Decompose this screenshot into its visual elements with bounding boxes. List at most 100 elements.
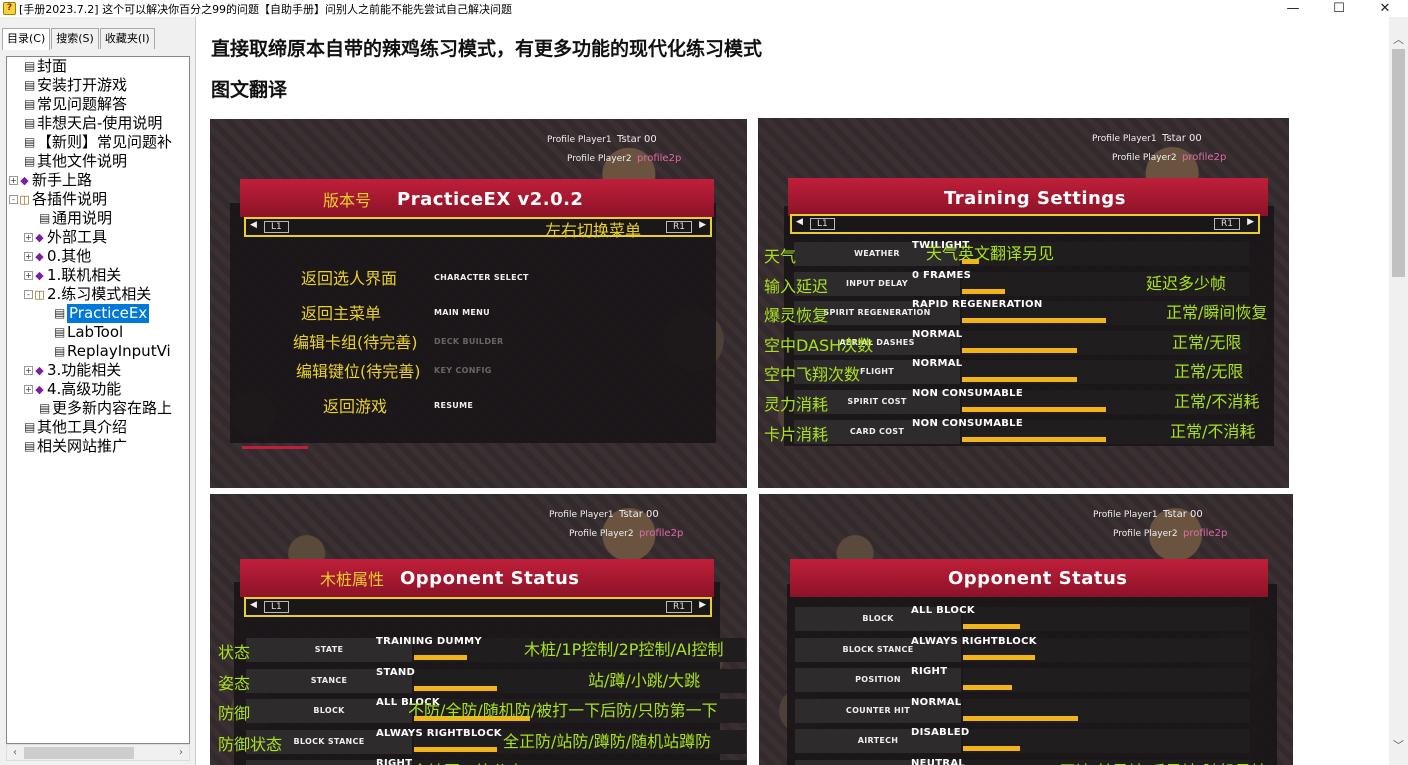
- tree-item-0[interactable]: ▤ 封面: [24, 57, 67, 76]
- tree-item-20[interactable]: ▤ 相关网站推广: [24, 437, 127, 456]
- tree-item-9[interactable]: + ◆ 外部工具: [24, 228, 107, 247]
- tree-item-1[interactable]: ▤ 安装打开游戏: [24, 76, 127, 95]
- setting-level-bar: [962, 407, 1106, 412]
- page-icon: ▤: [54, 325, 66, 339]
- page-icon: ▤: [24, 154, 36, 168]
- menu-item-4[interactable]: RESUME: [434, 401, 473, 410]
- collapse-icon[interactable]: -: [24, 290, 33, 299]
- page-icon: ▤: [24, 420, 36, 434]
- page-icon: ▤: [24, 97, 36, 111]
- open-book-icon: ◫: [19, 193, 30, 206]
- annotation-setting: 姿态: [218, 673, 251, 693]
- expand-icon[interactable]: +: [9, 176, 18, 185]
- menu-item-2[interactable]: DECK BUILDER: [434, 337, 504, 346]
- page-icon: ▤: [24, 135, 36, 149]
- scroll-up-icon[interactable]: ︿: [1389, 31, 1408, 48]
- tree-item-label: 各插件说明: [32, 190, 108, 208]
- annotation-setting-detail: 正常/无限: [1172, 332, 1242, 352]
- scrollbar-thumb[interactable]: [1392, 49, 1405, 277]
- setting-level-bar: [414, 746, 497, 752]
- tree-item-14[interactable]: ▤ LabTool: [54, 323, 123, 342]
- tree-item-12[interactable]: - ◫ 2.练习模式相关: [24, 285, 151, 304]
- annotation-setting-detail: 站/蹲/小跳/大跳: [588, 670, 701, 690]
- annotation-setting-detail: 正常/瞬间恢复: [1166, 303, 1268, 323]
- profile-player1-name: Tstar 00: [617, 134, 657, 145]
- page-icon: ▤: [24, 439, 36, 453]
- setting-level-bar: [962, 288, 1005, 294]
- profile-player2-name: profile2p: [1183, 528, 1228, 539]
- expand-icon[interactable]: +: [24, 252, 33, 261]
- tab-contents[interactable]: 目录(C): [2, 28, 51, 50]
- annotation-setting-detail: 木桩/1P控制/2P控制/AI控制: [524, 640, 724, 659]
- annotation-switch-menu: 左右切换菜单: [545, 221, 642, 240]
- tree-item-label: 【新则】常见问题补: [37, 133, 173, 151]
- setting-row[interactable]: COUNTER HIT NORMAL: [795, 696, 1250, 723]
- tree-item-label: 2.练习模式相关: [47, 285, 152, 303]
- annotation-menu-item: 返回游戏: [323, 397, 388, 416]
- expand-icon[interactable]: +: [24, 233, 33, 242]
- menu-item-0[interactable]: CHARACTER SELECT: [434, 273, 529, 282]
- page-icon: ▤: [24, 78, 36, 92]
- tree-item-6[interactable]: + ◆ 新手上路: [9, 171, 92, 190]
- tab-favorites[interactable]: 收藏夹(I): [99, 28, 155, 49]
- expand-icon[interactable]: +: [24, 271, 33, 280]
- tree-item-4[interactable]: ▤ 【新则】常见问题补: [24, 133, 172, 152]
- tree-item-13[interactable]: ▤ PracticeEx: [54, 304, 150, 323]
- tree-item-18[interactable]: ▤ 更多新内容在路上: [39, 399, 172, 418]
- annotation-setting-detail: 原地/前异地/后异地/随机异地: [1059, 758, 1267, 765]
- setting-value: NORMAL: [911, 696, 962, 708]
- tree-item-19[interactable]: ▤ 其他工具介绍: [24, 418, 127, 437]
- scrollbar-thumb[interactable]: [24, 747, 134, 759]
- tree-item-8[interactable]: ▤ 通用说明: [39, 209, 112, 228]
- collapse-icon[interactable]: -: [9, 195, 18, 204]
- profile-player2-label: Profile Player2: [569, 529, 634, 539]
- setting-value: NON CONSUMABLE: [912, 388, 1023, 399]
- expand-icon[interactable]: +: [24, 366, 33, 375]
- annotation-setting: 位置: [218, 761, 250, 765]
- tree-item-label: 0.其他: [47, 247, 92, 265]
- annotation-menu-item: 返回选人界面: [301, 269, 398, 288]
- tree-item-label: 封面: [37, 57, 68, 75]
- tree-horizontal-scrollbar[interactable]: ‹ ›: [6, 744, 190, 761]
- annotation-setting-detail: 延迟多少帧: [1146, 273, 1227, 293]
- tree-item-3[interactable]: ▤ 非想天启-使用说明: [24, 114, 162, 133]
- setting-value: ALWAYS RIGHTBLOCK: [376, 727, 502, 739]
- help-app-icon: ?: [3, 2, 16, 15]
- banner-title: Opponent Status: [400, 568, 580, 589]
- profile-player2-name: profile2p: [1182, 152, 1227, 163]
- maximize-button[interactable]: ☐: [1316, 0, 1362, 17]
- scroll-down-icon[interactable]: ﹀: [1389, 737, 1408, 754]
- minimize-button[interactable]: —: [1270, 0, 1316, 17]
- expand-icon[interactable]: +: [24, 385, 33, 394]
- menu-item-3[interactable]: KEY CONFIG: [434, 366, 492, 375]
- tree-item-label: PracticeEx: [67, 304, 150, 323]
- tree-item-16[interactable]: + ◆ 3.功能相关: [24, 361, 121, 380]
- setting-value: 0 FRAMES: [912, 269, 972, 281]
- tree-item-15[interactable]: ▤ ReplayInputVi: [54, 342, 171, 361]
- menu-item-1[interactable]: MAIN MENU: [434, 308, 490, 317]
- annotation-setting: 输入延迟: [764, 276, 829, 296]
- close-button[interactable]: ✕: [1362, 0, 1408, 17]
- setting-row[interactable]: BLOCK ALL BLOCK: [795, 605, 1250, 631]
- tree-item-10[interactable]: + ◆ 0.其他: [24, 247, 91, 266]
- setting-row[interactable]: POSITIONRIGHT: [795, 666, 1250, 693]
- scroll-right-icon[interactable]: ›: [173, 745, 189, 761]
- contents-tree[interactable]: ▤ 封面 ▤ 安装打开游戏 ▤ 常见问题解答 ▤ 非想天启-使用说明 ▤ 【新则】常见问题补 ▤ 其他…: [6, 56, 190, 744]
- content-vertical-scrollbar[interactable]: ︿ ﹀: [1389, 17, 1408, 765]
- tree-item-5[interactable]: ▤ 其他文件说明: [24, 152, 127, 171]
- tree-item-11[interactable]: + ◆ 1.联机相关: [24, 266, 121, 285]
- scroll-left-icon[interactable]: ‹: [7, 745, 23, 761]
- tree-item-2[interactable]: ▤ 常见问题解答: [24, 95, 127, 114]
- tree-item-label: ReplayInputVi: [67, 342, 171, 360]
- tree-item-label: 外部工具: [47, 228, 108, 246]
- setting-row[interactable]: BLOCK STANCE ALWAYS RIGHTBLOCK: [795, 636, 1250, 662]
- banner-title: PracticeEX v2.0.2: [397, 189, 584, 210]
- annotation-menu-item: 编辑键位(待完善): [296, 362, 421, 381]
- menu-switch-bar: ◀ L1 R1 ▶: [790, 214, 1260, 234]
- banner-title: Training Settings: [944, 188, 1126, 209]
- tree-item-17[interactable]: + ◆ 4.高级功能: [24, 380, 121, 399]
- tab-search[interactable]: 搜索(S): [51, 28, 99, 49]
- annotation-setting: 灵力消耗: [764, 395, 829, 414]
- setting-row[interactable]: AIRTECH DISABLED: [795, 727, 1250, 754]
- tree-item-7[interactable]: - ◫ 各插件说明: [9, 190, 107, 209]
